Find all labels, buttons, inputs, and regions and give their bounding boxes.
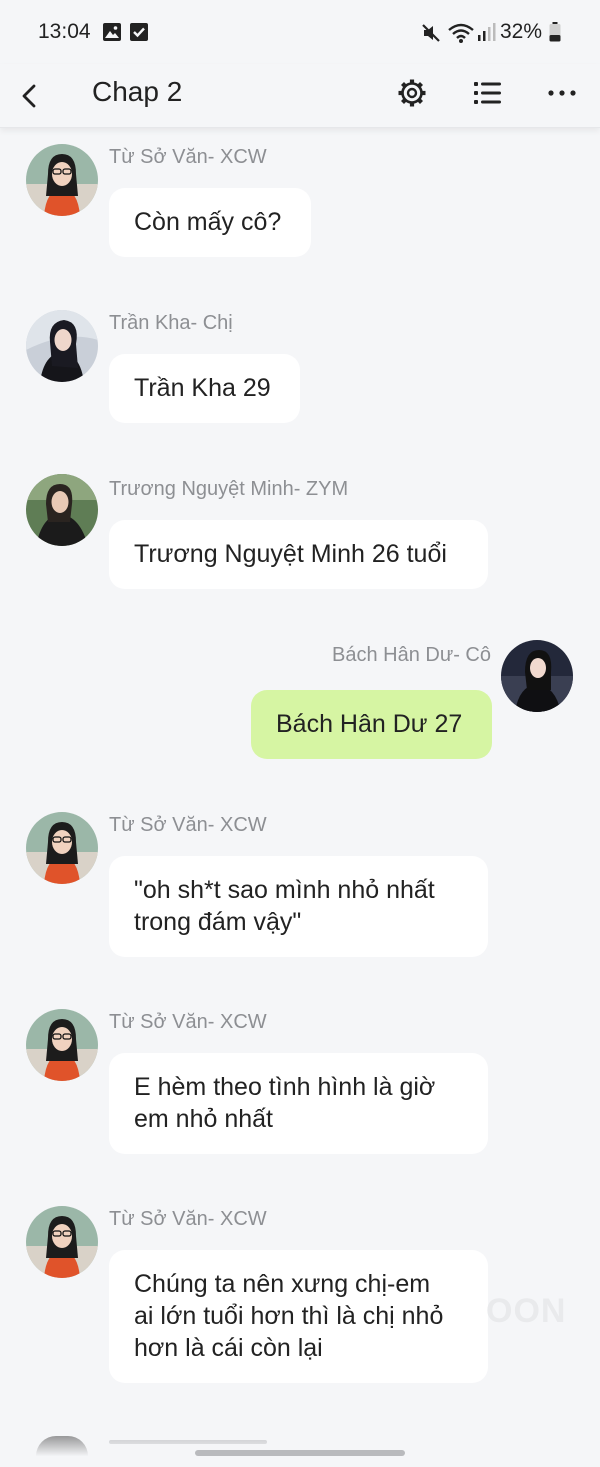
avatar[interactable] — [26, 310, 98, 382]
checkbox-icon — [130, 23, 148, 41]
battery-icon — [549, 22, 561, 42]
message-bubble[interactable]: Trương Nguyệt Minh 26 tuổi — [109, 520, 488, 589]
more-icon[interactable] — [542, 74, 582, 114]
message-bubble[interactable]: Chúng ta nên xưng chị-em ai lớn tuổi hơn… — [109, 1250, 488, 1383]
mute-icon — [422, 24, 440, 42]
status-bar: 13:04 32% — [0, 0, 600, 64]
avatar[interactable] — [26, 144, 98, 216]
message-bubble-self[interactable]: Bách Hân Dư 27 — [251, 690, 492, 759]
list-icon[interactable] — [467, 74, 507, 114]
avatar[interactable] — [26, 812, 98, 884]
sender-name: Từ Sở Văn- XCW — [109, 1208, 267, 1230]
message-bubble[interactable]: Còn mấy cô? — [109, 188, 311, 257]
message-bubble[interactable]: Trần Kha 29 — [109, 354, 300, 423]
sender-name: Từ Sở Văn- XCW — [109, 814, 267, 836]
wifi-icon — [448, 23, 474, 43]
back-icon[interactable] — [14, 76, 44, 116]
status-time: 13:04 — [38, 20, 91, 43]
sender-name: Trần Kha- Chị — [109, 312, 233, 334]
signal-icon — [478, 23, 496, 41]
avatar[interactable] — [26, 474, 98, 546]
app-bar: Chap 2 — [0, 64, 600, 128]
avatar[interactable] — [26, 1206, 98, 1278]
image-icon — [103, 23, 121, 41]
sender-name: Từ Sở Văn- XCW — [109, 1011, 267, 1033]
sender-name: Bách Hân Dư- Cô — [331, 644, 491, 666]
chapter-title: Chap 2 — [92, 76, 183, 107]
avatar[interactable] — [501, 640, 573, 712]
message-bubble[interactable]: E hèm theo tình hình là giờ em nhỏ nhất — [109, 1053, 488, 1154]
sender-name: Từ Sở Văn- XCW — [109, 146, 267, 168]
message-bubble[interactable]: "oh sh*t sao mình nhỏ nhất trong đám vậy… — [109, 856, 488, 957]
sender-name: Trương Nguyệt Minh- ZYM — [109, 478, 349, 500]
settings-icon[interactable] — [392, 74, 432, 114]
home-indicator[interactable] — [195, 1450, 405, 1456]
battery-percent: 32% — [500, 20, 543, 43]
avatar[interactable] — [26, 1009, 98, 1081]
watermark: OON — [486, 1292, 567, 1330]
